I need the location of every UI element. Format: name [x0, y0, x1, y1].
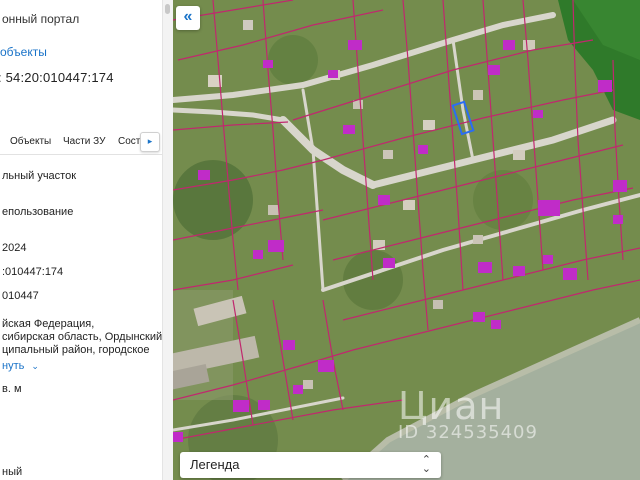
address-line-3: ципальный район, городское	[2, 344, 150, 356]
address-line-1: йская Федерация,	[2, 318, 95, 330]
cadastral-number: : 54:20:010447:174	[0, 70, 114, 85]
info-panel: онный портал объекты : 54:20:010447:174 …	[0, 0, 164, 480]
registration-year: 2024	[2, 242, 27, 254]
show-more-label: нуть	[2, 360, 25, 372]
object-type: льный участок	[2, 170, 77, 182]
updown-chevron-icon: ⌃ ⌄	[421, 454, 431, 475]
show-more-link[interactable]: нуть ⌄	[2, 360, 39, 372]
chevron-right-icon: ▸	[147, 136, 153, 146]
land-use: епользование	[2, 206, 74, 218]
objects-link[interactable]: объекты	[0, 45, 47, 59]
double-chevron-left-icon: «	[183, 8, 193, 25]
legend-select[interactable]: Легенда ⌃ ⌄	[180, 452, 441, 478]
tab-objects[interactable]: Объекты	[10, 136, 51, 147]
panel-scrollbar[interactable]	[162, 0, 173, 480]
address-line-2: сибирская область, Ордынский	[2, 331, 163, 343]
collapse-panel-button[interactable]: «	[176, 6, 200, 30]
panel-bottom-text: ный	[2, 466, 23, 478]
watermark: Циан ID 324535409	[398, 384, 538, 443]
scrollbar-thumb[interactable]	[165, 4, 170, 14]
portal-title: онный портал	[2, 12, 80, 26]
cadastral-quarter: 010447	[2, 290, 39, 302]
tab-parts[interactable]: Части ЗУ	[63, 136, 105, 147]
chevron-down-icon: ⌄	[31, 361, 39, 371]
area-unit: в. м	[2, 383, 22, 395]
tab-state[interactable]: Сост	[118, 136, 140, 147]
legend-label: Легенда	[190, 457, 240, 472]
watermark-id: ID 324535409	[398, 422, 538, 443]
tabs-scroll-right-button[interactable]: ▸	[140, 132, 160, 152]
cadastral-number-full: :010447:174	[2, 266, 64, 278]
